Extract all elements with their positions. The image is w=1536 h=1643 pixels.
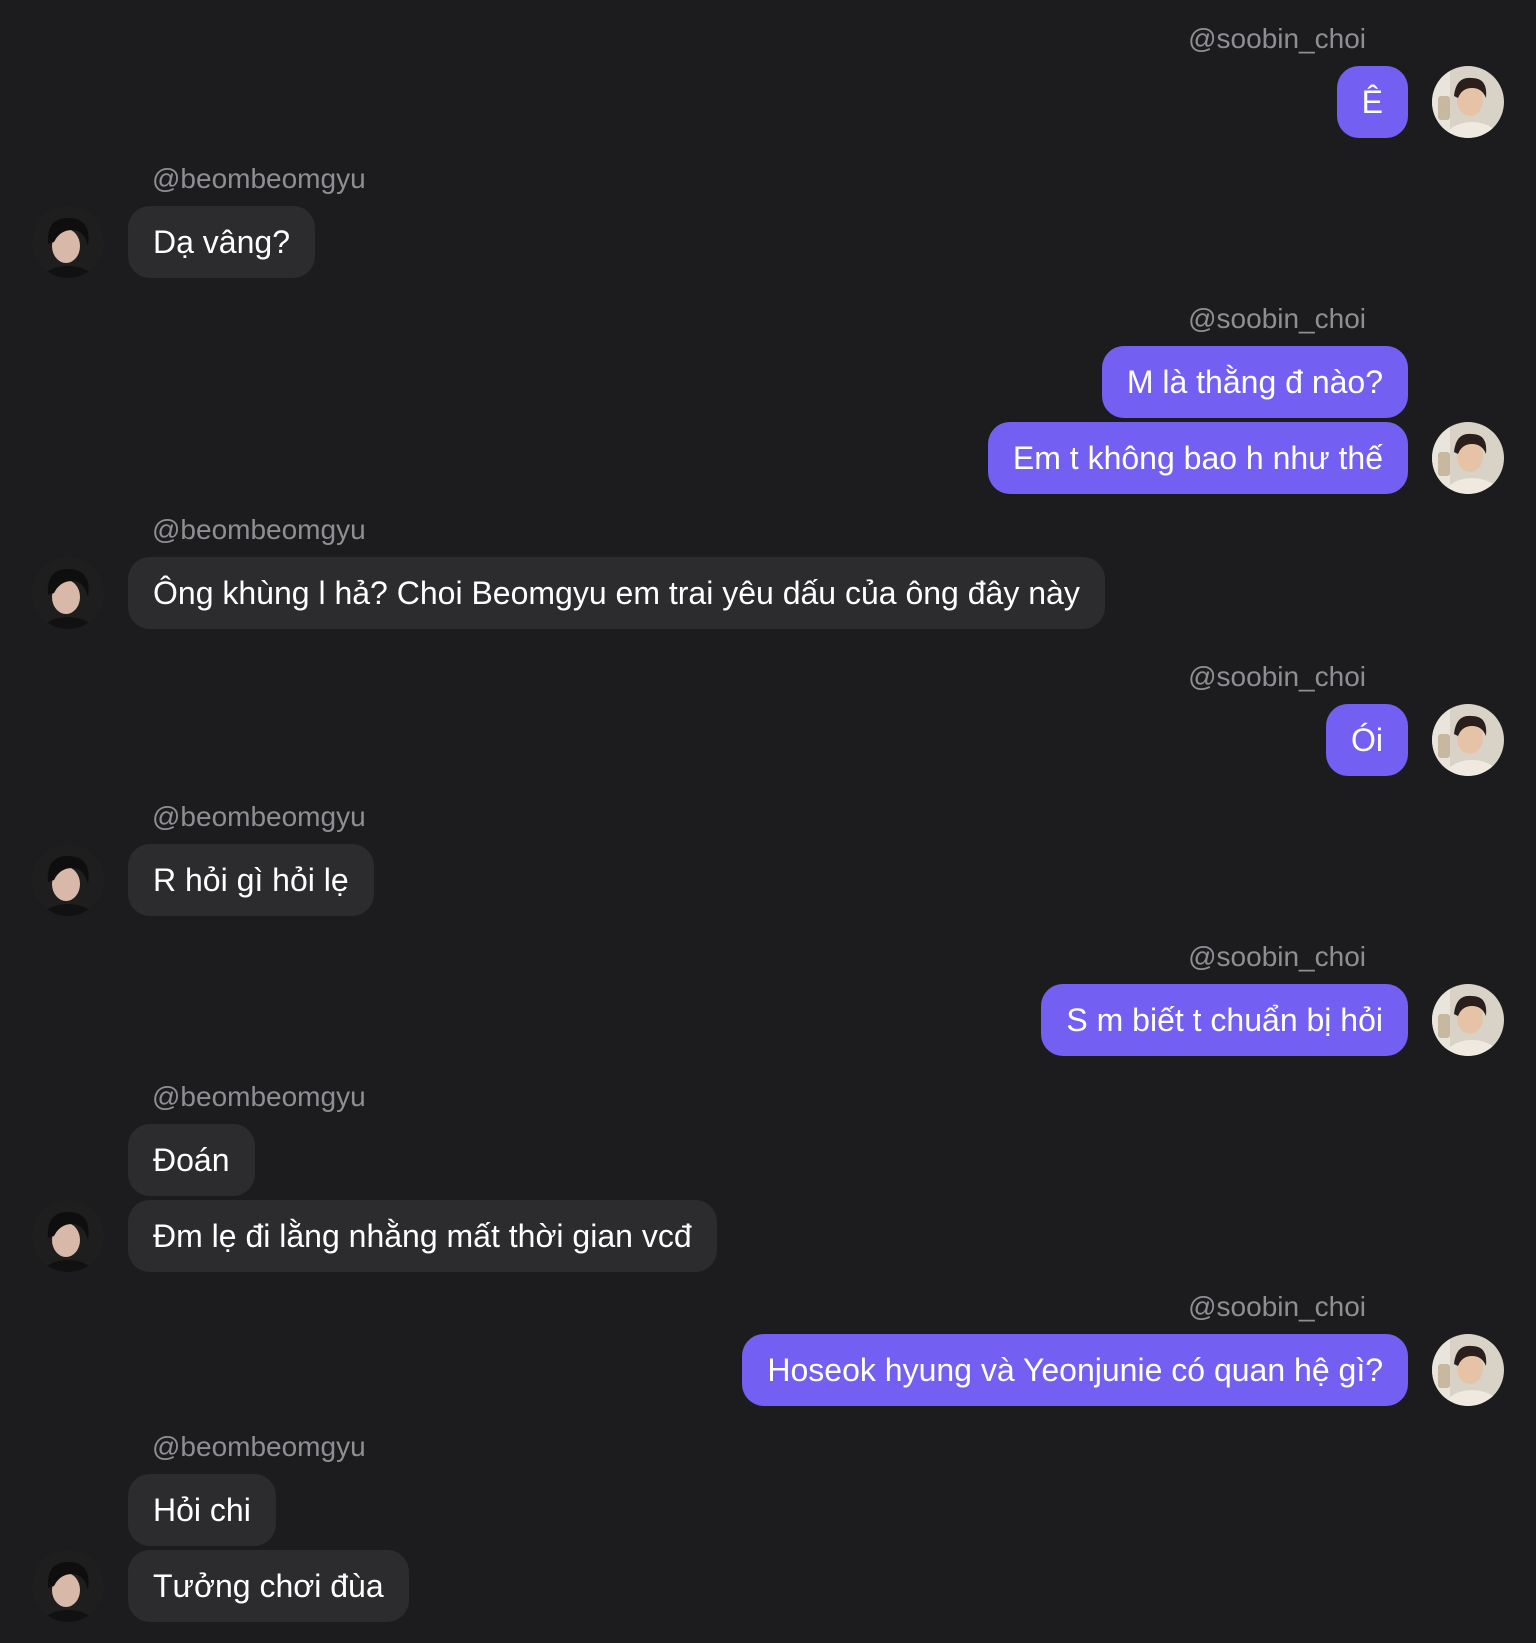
outgoing-message-bubble[interactable]: Ê [1336, 66, 1408, 138]
beomgyu-avatar[interactable] [32, 557, 104, 629]
beomgyu-avatar[interactable] [32, 206, 104, 278]
message-group: @soobin_choi Ê [0, 22, 1536, 138]
incoming-message-bubble[interactable]: Ông khùng l hả? Choi Beomgyu em trai yêu… [128, 557, 1105, 629]
message-group: @soobin_choi S m biết t chuẩn bị hỏi [0, 940, 1536, 1056]
beomgyu-avatar[interactable] [32, 1200, 104, 1272]
outgoing-message-bubble[interactable]: Hoseok hyung và Yeonjunie có quan hệ gì? [742, 1334, 1408, 1406]
incoming-message-bubble[interactable]: Đm lẹ đi lằng nhằng mất thời gian vcđ [128, 1200, 717, 1272]
incoming-message-bubble[interactable]: R hỏi gì hỏi lẹ [128, 844, 374, 916]
message-group: @beombeomgyu Đoán Đm lẹ đi lằng nhằng mất … [0, 1080, 1536, 1272]
message-group: @soobin_choi Ói [0, 660, 1536, 776]
message-group: @beombeomgyu Hỏi chi Tưởng chơi đùa [0, 1430, 1536, 1622]
sender-username[interactable]: @beombeomgyu [152, 162, 366, 196]
outgoing-message-bubble[interactable]: Ói [1326, 704, 1408, 776]
incoming-message-bubble[interactable]: Đoán [128, 1124, 255, 1196]
message-group: @beombeomgyu R hỏi gì hỏi lẹ [0, 800, 1536, 916]
soobin-avatar[interactable] [1432, 422, 1504, 494]
beomgyu-avatar[interactable] [32, 1550, 104, 1622]
message-group: @soobin_choi M là thằng đ nào? Em t không … [0, 302, 1536, 494]
sender-username[interactable]: @soobin_choi [1188, 22, 1366, 56]
message-group: @soobin_choi Hoseok hyung và Yeonjunie có… [0, 1290, 1536, 1406]
soobin-avatar[interactable] [1432, 66, 1504, 138]
soobin-avatar[interactable] [1432, 1334, 1504, 1406]
outgoing-message-bubble[interactable]: Em t không bao h như thế [987, 422, 1408, 494]
sender-username[interactable]: @soobin_choi [1188, 660, 1366, 694]
sender-username[interactable]: @soobin_choi [1188, 1290, 1366, 1324]
sender-username[interactable]: @beombeomgyu [152, 1080, 366, 1114]
sender-username[interactable]: @beombeomgyu [152, 1430, 366, 1464]
incoming-message-bubble[interactable]: Dạ vâng? [128, 206, 315, 278]
sender-username[interactable]: @soobin_choi [1188, 302, 1366, 336]
incoming-message-bubble[interactable]: Tưởng chơi đùa [128, 1550, 409, 1622]
outgoing-message-bubble[interactable]: S m biết t chuẩn bị hỏi [1041, 984, 1408, 1056]
soobin-avatar[interactable] [1432, 984, 1504, 1056]
sender-username[interactable]: @soobin_choi [1188, 940, 1366, 974]
outgoing-message-bubble[interactable]: M là thằng đ nào? [1101, 346, 1408, 418]
message-group: @beombeomgyu Ông khùng l hả? Choi Beomgyu… [0, 513, 1536, 629]
beomgyu-avatar[interactable] [32, 844, 104, 916]
message-group: @beombeomgyu Dạ vâng? [0, 162, 1536, 278]
sender-username[interactable]: @beombeomgyu [152, 800, 366, 834]
sender-username[interactable]: @beombeomgyu [152, 513, 366, 547]
incoming-message-bubble[interactable]: Hỏi chi [128, 1474, 276, 1546]
chat-thread: @soobin_choi Ê @beombeomgyu Dạ vâng? @soobin… [0, 0, 1536, 1643]
soobin-avatar[interactable] [1432, 704, 1504, 776]
